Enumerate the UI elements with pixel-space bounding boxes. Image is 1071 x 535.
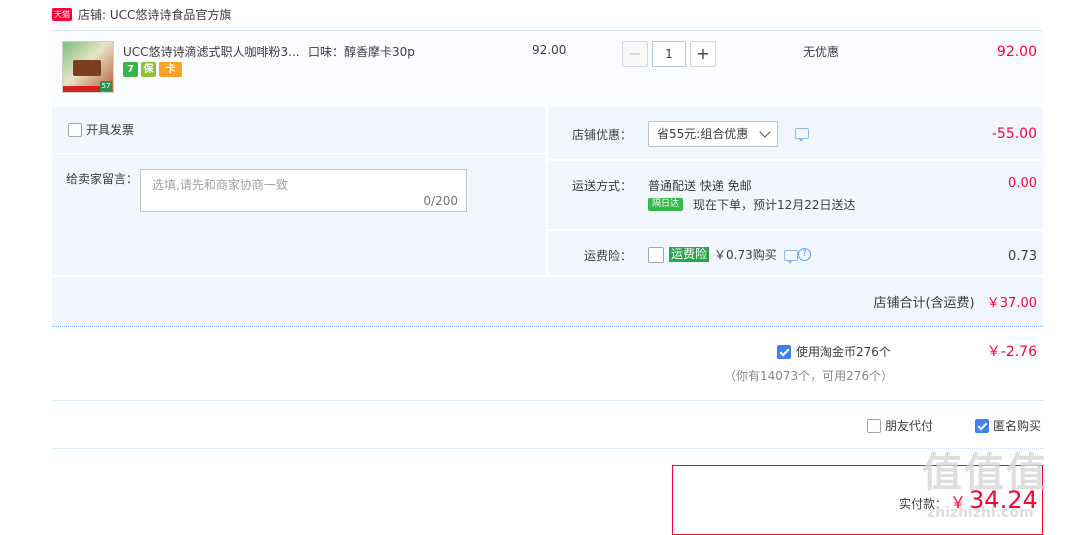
seven-day-return-icon[interactable]: 7: [123, 62, 138, 77]
product-thumbnail[interactable]: 57: [62, 41, 114, 93]
chat-icon[interactable]: [795, 128, 809, 142]
promotion-text: 无优惠: [803, 45, 840, 59]
divider: [546, 107, 548, 275]
credit-card-icon[interactable]: 卡: [159, 62, 182, 77]
guarantee-icon[interactable]: 保: [141, 62, 156, 77]
divider: [548, 229, 1043, 231]
decrease-quantity-button[interactable]: −: [622, 41, 648, 67]
shop-total-label: 店铺合计(含运费): [873, 296, 975, 311]
delivery-estimate: 隔日达 现在下单，预计12月22日送达: [648, 196, 856, 213]
divider: [52, 153, 546, 154]
watermark-url: zhizhizhi.com: [927, 505, 1034, 521]
coins-option[interactable]: 使用淘金币276个: [777, 343, 891, 360]
discount-label: 店铺优惠：: [571, 128, 632, 142]
friend-pay-checkbox[interactable]: [867, 418, 881, 433]
shipping-amount: 0.00: [1008, 176, 1037, 191]
invoice-label: 开具发票: [86, 123, 135, 137]
service-badges: 7 保 卡: [123, 62, 182, 77]
quantity-input[interactable]: 1: [652, 41, 686, 67]
divider: [548, 159, 1043, 161]
cart-item-row: 57 UCC悠诗诗滴滤式职人咖啡粉3... 口味：醇香摩卡30p 7 保 卡 9…: [52, 30, 1043, 108]
chevron-down-icon: [759, 126, 771, 138]
coffee-box-image: [73, 60, 101, 76]
delivery-note: 现在下单，预计12月22日送达: [693, 198, 856, 212]
help-icon[interactable]: ?: [798, 248, 811, 261]
shop-total-value: ￥37.00: [986, 296, 1037, 311]
watermark-logo: 值值值: [922, 450, 1048, 496]
shipping-label: 运送方式：: [571, 179, 632, 193]
shop-name[interactable]: 店铺: UCC悠诗诗食品官方旗: [78, 6, 231, 23]
insurance-label: 运费险：: [583, 249, 632, 263]
shop-total: 店铺合计(含运费) ￥37.00: [873, 292, 1037, 311]
coins-label: 使用淘金币276个: [796, 345, 891, 359]
discount-amount: -55.00: [991, 126, 1037, 142]
coins-checkbox[interactable]: [777, 344, 791, 359]
coins-note: （你有14073个，可用276个）: [724, 369, 894, 383]
tmall-badge: 天猫: [52, 7, 72, 21]
coins-amount: ￥-2.76: [986, 344, 1037, 360]
discount-select[interactable]: 省55元:组合优惠: [648, 121, 778, 147]
anonymous-label: 匿名购买: [993, 419, 1042, 433]
invoice-checkbox[interactable]: [68, 122, 82, 137]
shop-header: 天猫 店铺: UCC悠诗诗食品官方旗: [52, 4, 231, 24]
payment-options: 朋友代付 匿名购买: [52, 402, 1043, 449]
divider: [52, 275, 1043, 277]
thumbnail-banner: [63, 86, 101, 92]
order-options-panel: 开具发票 给卖家留言： 选填,请先和商家协商一致 0/200 店铺优惠： 省55…: [52, 107, 1043, 327]
insurance-price: ￥0.73购买: [714, 248, 777, 262]
message-placeholder: 选填,请先和商家协商一致: [152, 178, 288, 192]
chat-icon[interactable]: [784, 250, 798, 264]
coins-section: 使用淘金币276个 ￥-2.76 （你有14073个，可用276个）: [52, 330, 1043, 401]
message-char-count: 0/200: [423, 194, 458, 208]
product-spec: 口味：醇香摩卡30p: [308, 45, 415, 59]
friend-pay-option[interactable]: 朋友代付: [867, 417, 933, 434]
increase-quantity-button[interactable]: +: [690, 41, 716, 67]
insurance-option[interactable]: 运费险 ￥0.73购买: [648, 246, 777, 263]
anonymous-option[interactable]: 匿名购买: [975, 417, 1041, 434]
seller-message-input[interactable]: 选填,请先和商家协商一致 0/200: [140, 169, 467, 212]
quantity-stepper: − 1 +: [622, 41, 716, 67]
invoice-option[interactable]: 开具发票: [68, 121, 134, 138]
item-subtotal: 92.00: [996, 44, 1037, 60]
insurance-badge: 运费险: [669, 247, 710, 262]
insurance-amount: 0.73: [1008, 249, 1037, 264]
product-title[interactable]: UCC悠诗诗滴滤式职人咖啡粉3...: [123, 43, 300, 60]
discount-selected-value: 省55元:组合优惠: [657, 127, 749, 141]
unit-price: 92.00: [532, 43, 567, 57]
friend-pay-label: 朋友代付: [885, 419, 934, 433]
thumbnail-tag: 57: [100, 81, 112, 91]
next-day-badge: 隔日达: [648, 198, 684, 211]
shipping-method: 普通配送 快递 免邮: [648, 179, 752, 193]
message-label: 给卖家留言：: [66, 172, 139, 186]
anonymous-checkbox[interactable]: [975, 418, 989, 433]
insurance-checkbox[interactable]: [648, 246, 664, 263]
